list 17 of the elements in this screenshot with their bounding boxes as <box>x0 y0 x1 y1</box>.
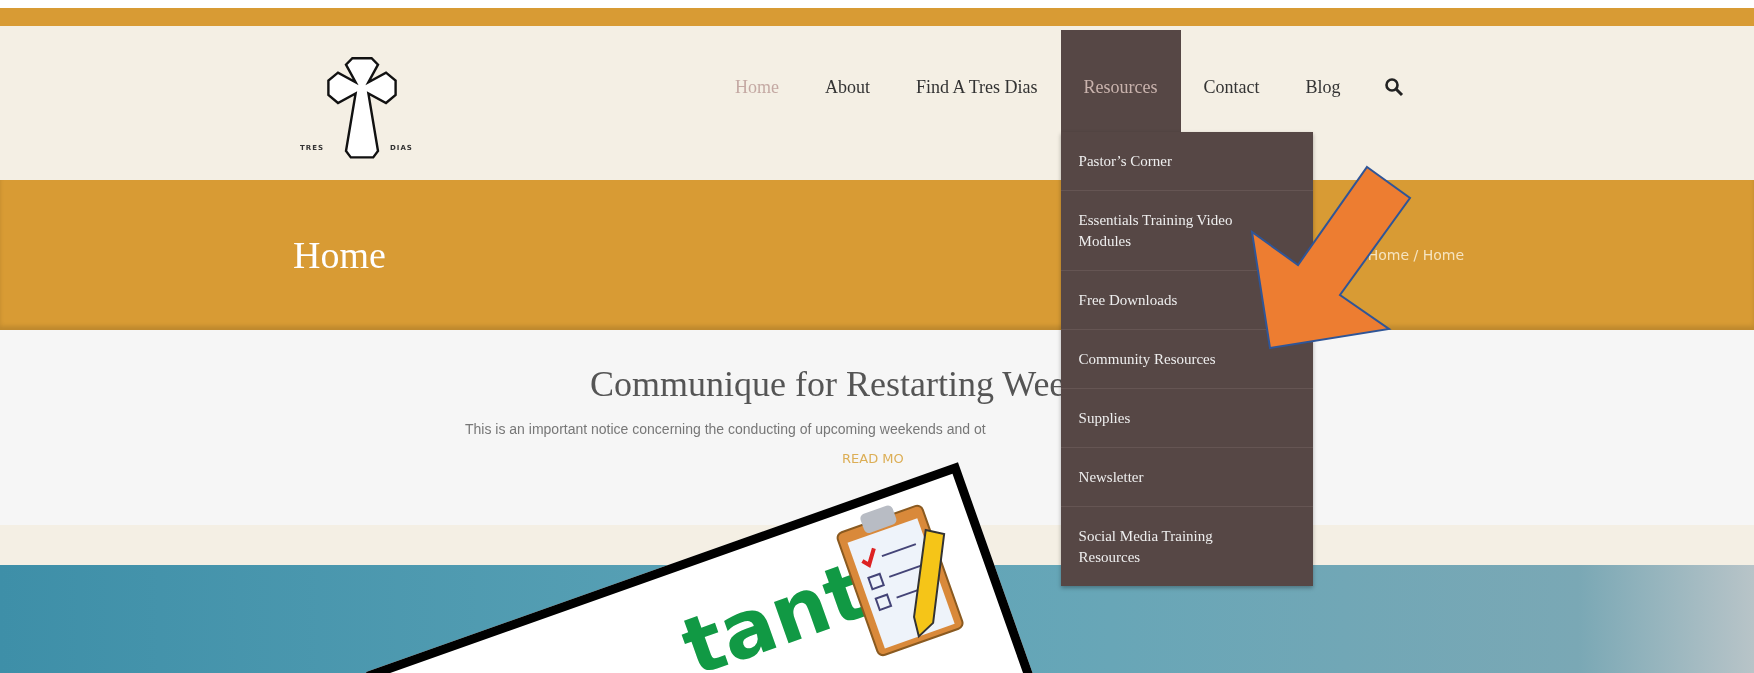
search-icon[interactable] <box>1383 77 1404 97</box>
dropdown-item[interactable]: Essentials Training Video Modules <box>1078 210 1243 252</box>
nav-link[interactable]: Contact <box>1180 30 1283 132</box>
sign-text: tant <box>672 550 877 673</box>
dropdown-item[interactable]: Pastor’s Corner <box>1078 151 1172 172</box>
post-excerpt: This is an important notice concerning the conducting of upcoming weekends and ot <box>465 421 986 437</box>
nav-link[interactable]: Find A Tres Dias <box>893 30 1061 132</box>
nav-link[interactable]: Resources <box>1060 30 1181 132</box>
page-title: Home <box>293 233 386 277</box>
dropdown-item[interactable]: Social Media Training Resources <box>1078 526 1243 568</box>
dropdown-item[interactable]: Community Resources <box>1078 349 1216 370</box>
dropdown-item[interactable]: Free Downloads <box>1078 290 1178 311</box>
nav-link[interactable]: About <box>802 30 893 132</box>
dropdown-item[interactable]: Newsletter <box>1078 467 1144 488</box>
nav-link[interactable]: Blog <box>1282 30 1364 132</box>
dropdown-item[interactable]: Supplies <box>1078 408 1131 429</box>
post-title: Communique for Restarting Wee <box>590 363 1066 405</box>
